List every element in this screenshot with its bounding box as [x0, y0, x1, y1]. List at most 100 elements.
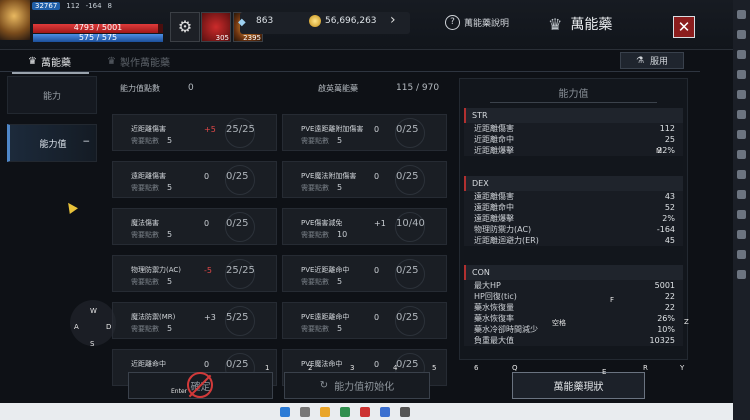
flask-count: 305	[215, 34, 229, 42]
used-value: 115 / 970	[396, 83, 440, 93]
elixir-status-button[interactable]: 萬能藥現狀	[512, 372, 645, 399]
app-icon[interactable]	[340, 407, 350, 417]
chevron-right-icon[interactable]: ›	[390, 12, 396, 28]
stat-row-label: 近距離迴避力(ER)	[474, 236, 539, 245]
sidebar-item-stats[interactable]: 能力值 −	[7, 124, 97, 162]
collapse-icon[interactable]: −	[82, 137, 90, 147]
section-header: DEX	[464, 176, 683, 191]
stat-card-name: PVE魔法附加傷害	[301, 172, 357, 180]
toolbar-icon[interactable]	[737, 130, 746, 139]
stat-card-bonus: 0	[374, 266, 380, 275]
stat-card-need: 需要點數 5	[131, 230, 172, 240]
gold-coin-icon	[309, 15, 321, 27]
toolbar-icon[interactable]	[737, 170, 746, 179]
need-label: 需要點數	[301, 137, 329, 145]
key-hint-q: Q	[512, 364, 518, 372]
settings-gear-icon[interactable]: ⚙	[170, 12, 200, 42]
stat-card-bonus: 0	[204, 219, 210, 228]
search-icon[interactable]	[300, 407, 310, 417]
stat-row: 遠距離傷害 43	[464, 191, 683, 202]
need-value: 5	[337, 277, 343, 286]
character-avatar[interactable]	[0, 0, 30, 40]
toolbar-icon[interactable]	[737, 150, 746, 159]
need-label: 需要點數	[301, 278, 329, 286]
stat-row: 最大HP 5001	[464, 280, 683, 291]
folder-icon[interactable]	[320, 407, 330, 417]
toolbar-icon[interactable]	[737, 30, 746, 39]
stat-card[interactable]: PVE遠距離附加傷害 需要點數 5 0 0/25	[282, 114, 447, 151]
stat-card-bonus: +1	[374, 219, 386, 228]
stat-card-name: PVE遠距離附加傷害	[301, 125, 364, 133]
stat-row-label: 近距離命中	[474, 135, 514, 144]
toolbar-icon[interactable]	[737, 10, 746, 19]
stat-card-value: 0/25	[226, 171, 249, 182]
key-hint-1: 1	[265, 364, 270, 372]
app-icon[interactable]	[360, 407, 370, 417]
toolbar-icon[interactable]	[737, 250, 746, 259]
emulator-toolbar	[733, 0, 750, 420]
hp-text: 4793 / 5001	[73, 23, 123, 32]
app-icon[interactable]	[380, 407, 390, 417]
stat-card[interactable]: PVE傷害減免 需要點數 10 +1 10/40	[282, 208, 447, 245]
need-label: 需要點數	[301, 231, 329, 239]
toolbar-icon[interactable]	[737, 270, 746, 279]
apply-button[interactable]: ⚗ 服用	[620, 52, 684, 69]
stat-card-need: 需要點數 5	[131, 324, 172, 334]
stat-card[interactable]: PVE魔法附加傷害 需要點數 5 0 0/25	[282, 161, 447, 198]
stat-row-value: 22	[664, 292, 675, 301]
toolbar-icon[interactable]	[737, 70, 746, 79]
stat-card[interactable]: PVE近距離命中 需要點數 5 0 0/25	[282, 255, 447, 292]
toolbar-icon[interactable]	[737, 190, 746, 199]
stat-card-need: 需要點數 5	[301, 136, 342, 146]
stat-card[interactable]: 物理防禦力(AC) 需要點數 5 -5 25/25	[112, 255, 277, 292]
tab-craft-elixir[interactable]: ♛ 製作萬能藥	[107, 54, 170, 69]
need-value: 5	[167, 230, 173, 239]
stat-card[interactable]: PVE遠距離命中 需要點數 5 0 0/25	[282, 302, 447, 339]
stat-card-value: 25/25	[226, 124, 255, 135]
stat-card[interactable]: 魔法傷害 需要點數 5 0 0/25	[112, 208, 277, 245]
stat-card[interactable]: 魔法防禦(MR) 需要點數 5 +3 5/25	[112, 302, 277, 339]
start-icon[interactable]	[280, 407, 290, 417]
close-button[interactable]: ✕	[673, 16, 695, 38]
need-value: 5	[167, 136, 173, 145]
stat-card-value: 0/25	[396, 124, 419, 135]
key-hint-6: 6	[474, 364, 479, 372]
stat-row-value: 52	[664, 203, 675, 212]
level-badge: 32767	[32, 2, 61, 10]
need-value: 5	[167, 183, 173, 192]
stat-card-bonus: 0	[204, 360, 210, 369]
stat-row-label: HP回復(tic)	[474, 292, 517, 301]
stat-row-label: 藥水恢復量	[474, 303, 514, 312]
stat-row: 近距離傷害 112	[464, 123, 683, 134]
crest-icon: ♛	[548, 14, 563, 34]
toolbar-icon[interactable]	[737, 110, 746, 119]
section-header: STR	[464, 108, 683, 123]
help-button[interactable]: ? 萬能藥說明	[445, 15, 509, 30]
stat-card-bonus: 0	[374, 313, 380, 322]
stat-row-label: 遠距離傷害	[474, 192, 514, 201]
reset-stats-button[interactable]: ↻ 能力值初始化	[284, 372, 430, 399]
toolbar-icon[interactable]	[737, 230, 746, 239]
stat-card-name: PVE近距離命中	[301, 266, 350, 274]
stat-row: 遠距離命中 52	[464, 202, 683, 213]
question-icon: ?	[445, 15, 460, 30]
potion-flask-icon[interactable]: 305	[201, 12, 231, 42]
need-value: 5	[337, 324, 343, 333]
stat-card[interactable]: 近距離傷害 需要點數 5 +5 25/25	[112, 114, 277, 151]
stat-card-bonus: +3	[204, 313, 216, 322]
toolbar-icon[interactable]	[737, 50, 746, 59]
stat-card-value: 0/25	[226, 359, 249, 370]
stat-card-need: 需要點數 10	[301, 230, 347, 240]
sidebar-item-ability[interactable]: 能力	[7, 76, 97, 114]
stat-row-value: -164	[656, 225, 675, 234]
gem-icon: ◆	[238, 17, 246, 28]
stat-card-value: 0/25	[396, 312, 419, 323]
toolbar-icon[interactable]	[737, 90, 746, 99]
stat-row: 藥水恢復率 26%	[464, 313, 683, 324]
stat-card[interactable]: 遠距離傷害 需要點數 5 0 0/25	[112, 161, 277, 198]
app-icon[interactable]	[400, 407, 410, 417]
toolbar-icon[interactable]	[737, 210, 746, 219]
gem-amount: 863	[256, 16, 274, 26]
tab-elixir[interactable]: ♛ 萬能藥	[12, 54, 89, 74]
need-label: 需要點數	[131, 184, 159, 192]
